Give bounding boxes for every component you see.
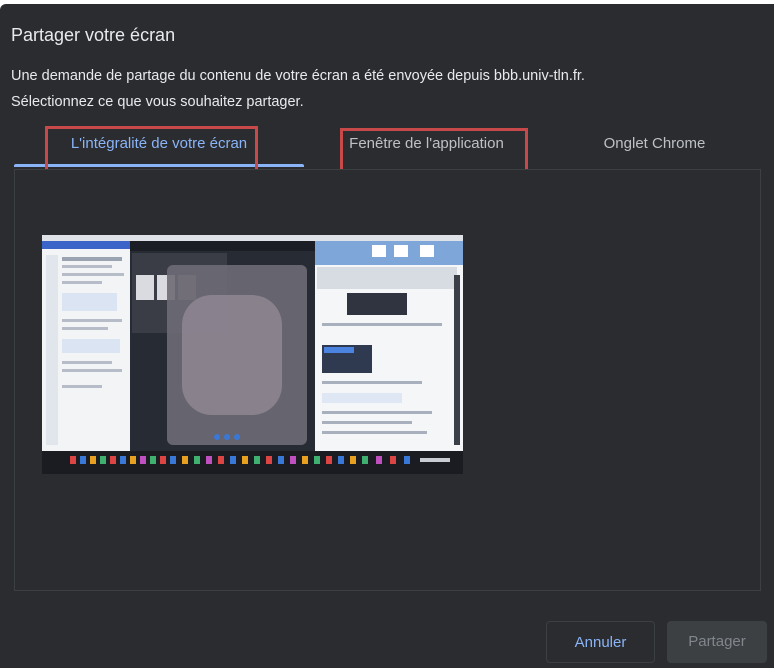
dialog-instruction: Sélectionnez ce que vous souhaitez parta… (11, 94, 304, 110)
share-screen-dialog: Partager votre écran Une demande de part… (0, 4, 774, 668)
tab-chrome-tab[interactable]: Onglet Chrome (549, 122, 760, 166)
tab-entire-screen[interactable]: L'intégralité de votre écran (14, 122, 304, 166)
screen-preview-image (42, 235, 463, 474)
screen-thumbnail[interactable] (42, 235, 463, 474)
cancel-button[interactable]: Annuler (546, 621, 655, 663)
share-button[interactable]: Partager (667, 621, 767, 663)
tab-application-window[interactable]: Fenêtre de l'application (304, 122, 549, 166)
dialog-description: Une demande de partage du contenu de vot… (11, 68, 585, 84)
page: Partager votre écran Une demande de part… (0, 0, 774, 668)
active-tab-indicator (14, 164, 304, 167)
source-tabs: L'intégralité de votre écran Fenêtre de … (14, 122, 760, 167)
screen-picker-panel (14, 169, 761, 591)
dialog-title: Partager votre écran (11, 25, 176, 45)
dialog-footer: Annuler Partager (0, 594, 774, 668)
